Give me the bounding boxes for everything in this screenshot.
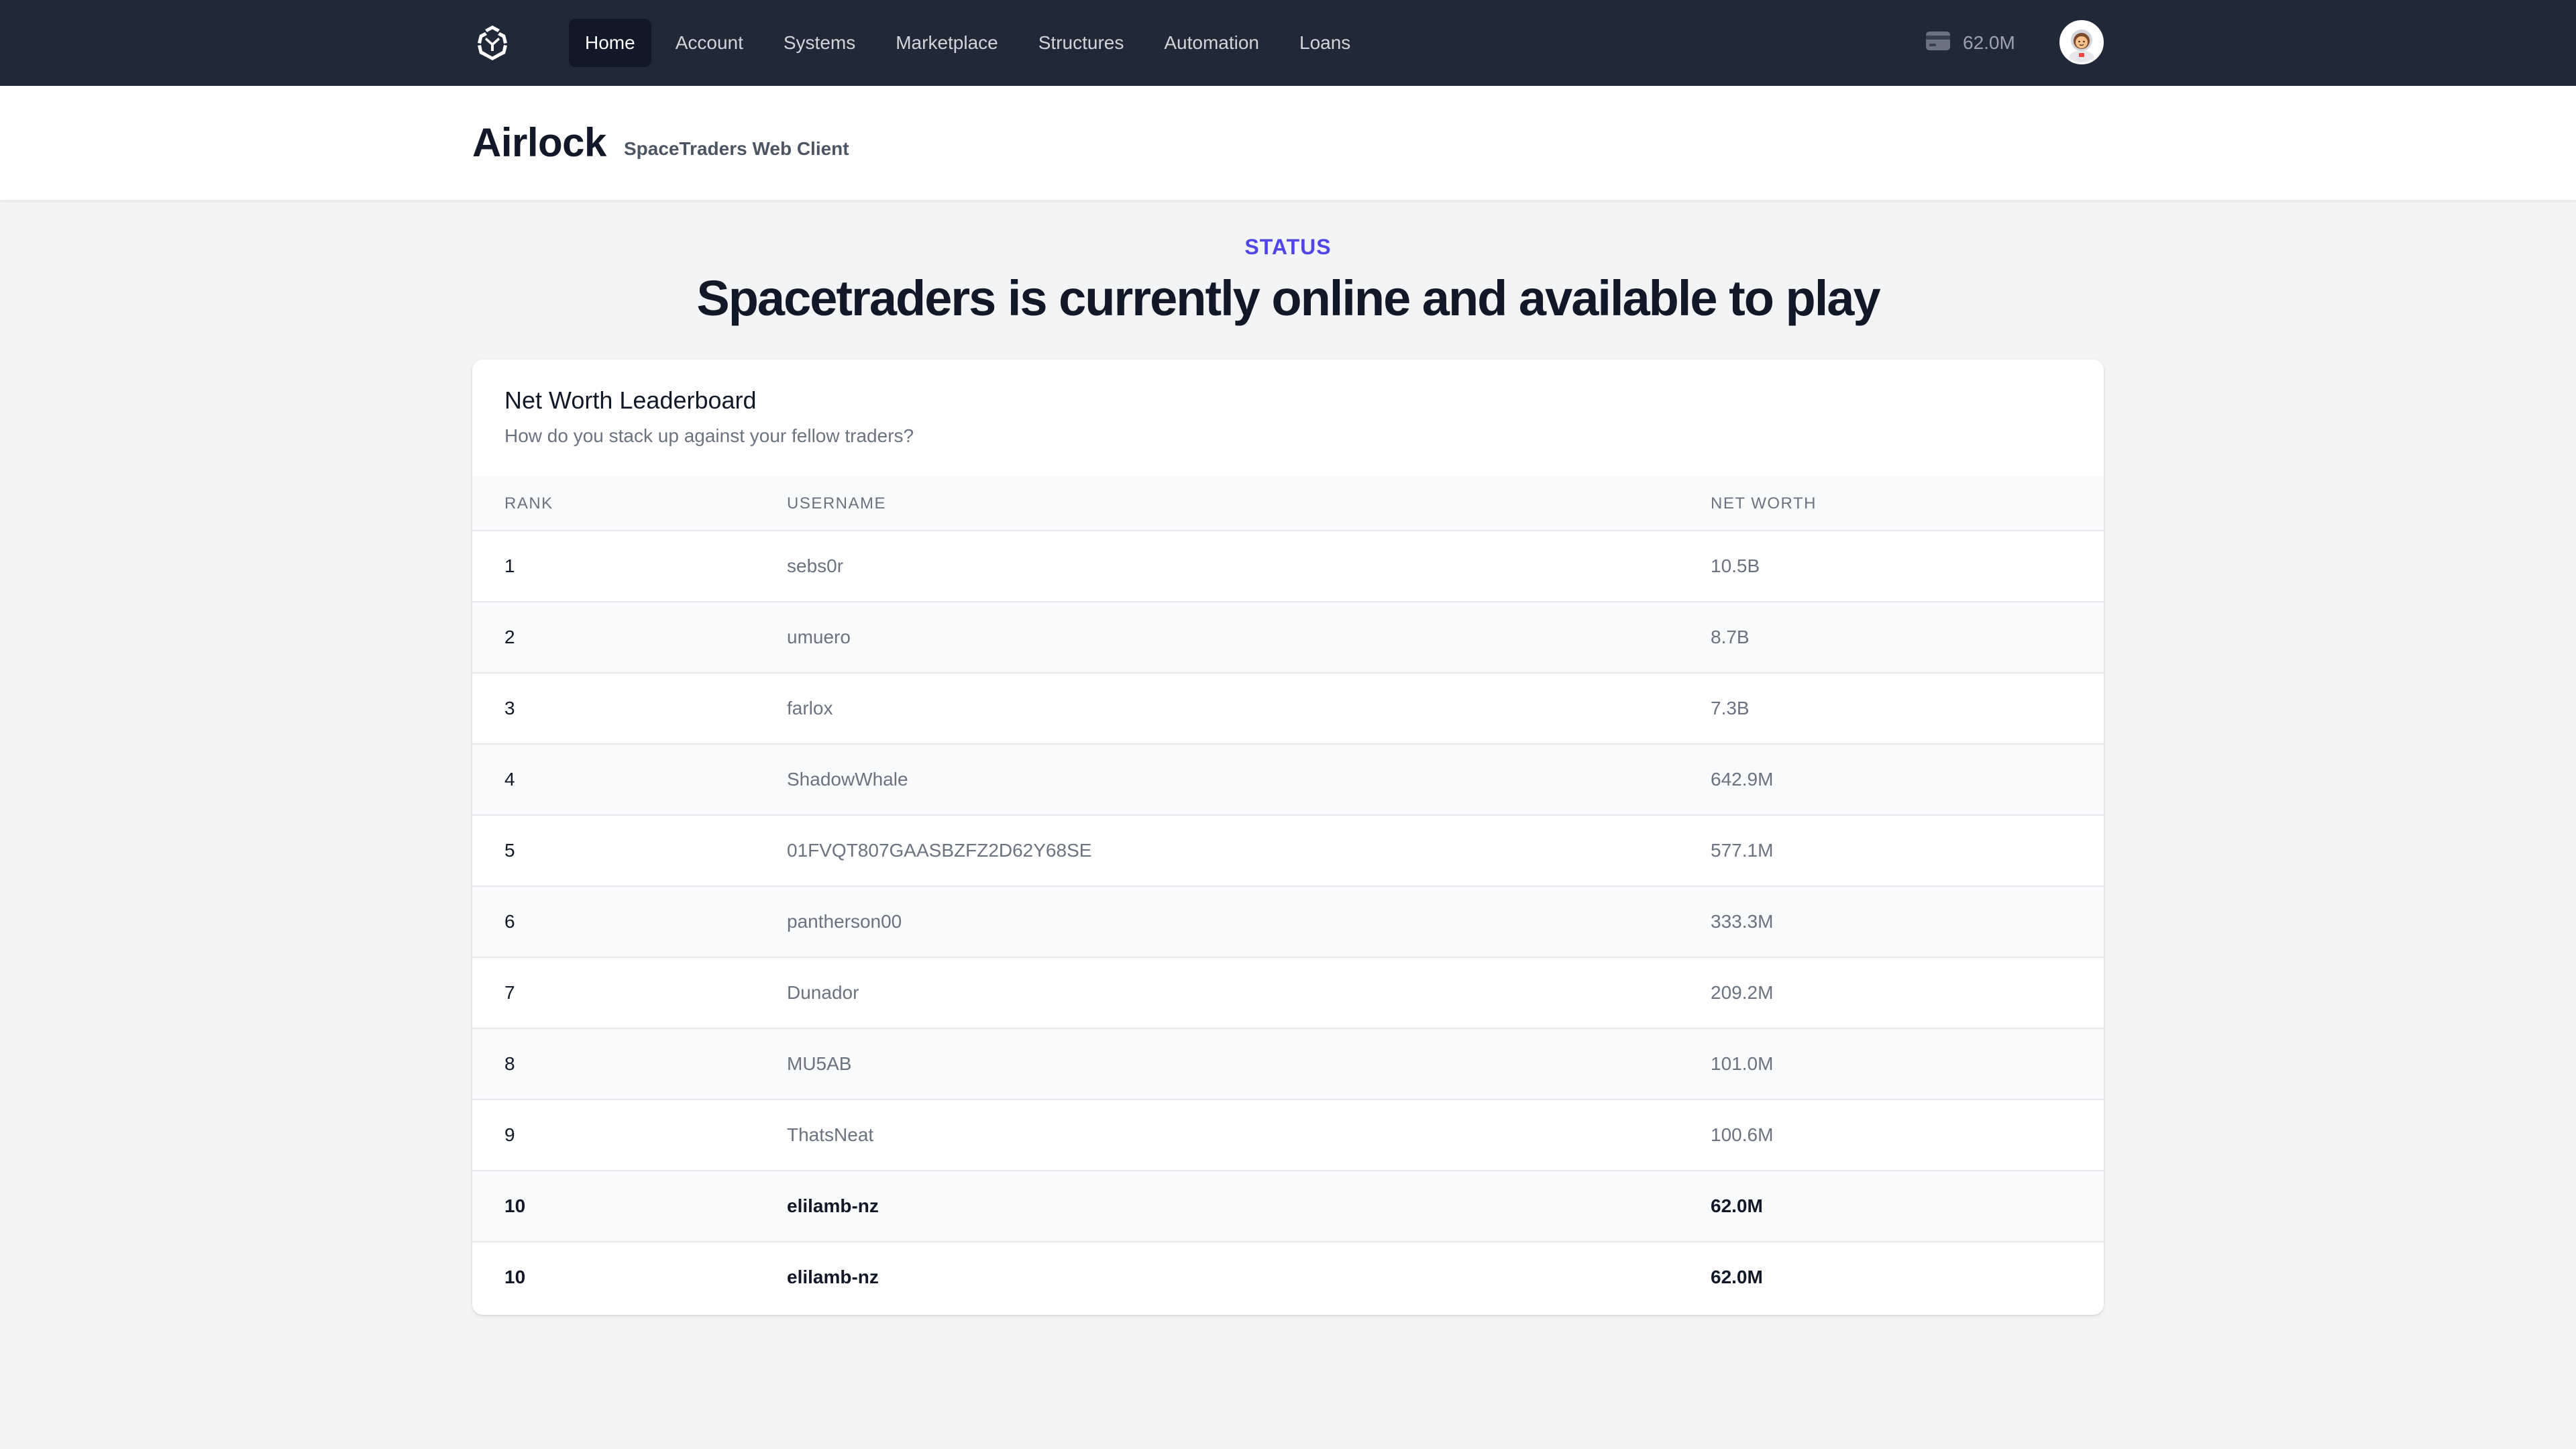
credits-display: 62.0M <box>1925 27 2015 59</box>
username-cell: ThatsNeat <box>787 1124 874 1145</box>
net-worth-cell: 7.3B <box>1711 698 1750 718</box>
table-body: 1 sebs0r 10.5B 2 umuero 8.7B 3 farlox 7.… <box>472 531 2104 1313</box>
table-row: 4 ShadowWhale 642.9M <box>472 745 2104 816</box>
table-row-current-user: 10 elilamb-nz 62.0M <box>472 1242 2104 1313</box>
leaderboard-title: Net Worth Leaderboard <box>504 386 757 414</box>
nav-marketplace[interactable]: Marketplace <box>879 19 1014 67</box>
username-cell: elilamb-nz <box>787 1267 879 1287</box>
nav-automation[interactable]: Automation <box>1148 19 1275 67</box>
table-header: RANK USERNAME NET WORTH <box>472 476 2104 531</box>
page-title: Airlock <box>472 120 606 165</box>
user-avatar[interactable] <box>2059 20 2104 64</box>
username-cell: Dunador <box>787 982 859 1003</box>
table-row: 8 MU5AB 101.0M <box>472 1029 2104 1100</box>
username-cell: MU5AB <box>787 1053 852 1074</box>
credits-value: 62.0M <box>1963 32 2015 53</box>
top-navigation-bar: Home Account Systems Marketplace Structu… <box>0 0 2576 86</box>
net-worth-cell: 101.0M <box>1711 1053 1774 1074</box>
page-subtitle: SpaceTraders Web Client <box>624 138 849 159</box>
net-worth-cell: 209.2M <box>1711 982 1774 1003</box>
leaderboard-description: How do you stack up against your fellow … <box>504 425 914 446</box>
username-cell: elilamb-nz <box>787 1195 879 1216</box>
net-worth-cell: 62.0M <box>1711 1267 1763 1287</box>
table-row: 6 pantherson00 333.3M <box>472 887 2104 958</box>
column-header-username: USERNAME <box>787 494 887 513</box>
main-nav: Home Account Systems Marketplace Structu… <box>569 19 1366 67</box>
net-worth-cell: 577.1M <box>1711 840 1774 861</box>
logo-icon[interactable] <box>472 23 513 63</box>
username-cell: ShadowWhale <box>787 769 908 790</box>
status-heading: Spacetraders is currently online and ava… <box>696 270 1880 326</box>
leaderboard-card: Net Worth Leaderboard How do you stack u… <box>472 360 2104 1315</box>
nav-structures[interactable]: Structures <box>1022 19 1140 67</box>
table-row: 2 umuero 8.7B <box>472 602 2104 674</box>
net-worth-cell: 8.7B <box>1711 627 1750 647</box>
rank-cell: 7 <box>504 982 515 1003</box>
nav-home[interactable]: Home <box>569 19 651 67</box>
rank-cell: 5 <box>504 840 515 861</box>
username-cell: sebs0r <box>787 555 844 576</box>
rank-cell: 3 <box>504 698 515 718</box>
username-cell: pantherson00 <box>787 911 902 932</box>
nav-systems[interactable]: Systems <box>767 19 871 67</box>
username-cell: farlox <box>787 698 833 718</box>
page-header: Airlock SpaceTraders Web Client <box>0 86 2576 200</box>
rank-cell: 9 <box>504 1124 515 1145</box>
net-worth-cell: 333.3M <box>1711 911 1774 932</box>
nav-loans[interactable]: Loans <box>1283 19 1366 67</box>
nav-container: Home Account Systems Marketplace Structu… <box>472 0 2104 86</box>
rank-cell: 6 <box>504 911 515 932</box>
status-label: STATUS <box>1244 235 1332 259</box>
column-header-rank: RANK <box>504 494 553 513</box>
net-worth-cell: 642.9M <box>1711 769 1774 790</box>
nav-account[interactable]: Account <box>659 19 759 67</box>
net-worth-cell: 10.5B <box>1711 555 1760 576</box>
username-cell: 01FVQT807GAASBZFZ2D62Y68SE <box>787 840 1092 861</box>
table-row: 3 farlox 7.3B <box>472 674 2104 745</box>
rank-cell: 8 <box>504 1053 515 1074</box>
rank-cell: 4 <box>504 769 515 790</box>
credit-card-icon <box>1925 31 1951 56</box>
table-row-current-user: 10 elilamb-nz 62.0M <box>472 1171 2104 1242</box>
net-worth-cell: 62.0M <box>1711 1195 1763 1216</box>
username-cell: umuero <box>787 627 851 647</box>
rank-cell: 10 <box>504 1267 526 1287</box>
table-row: 9 ThatsNeat 100.6M <box>472 1100 2104 1171</box>
rank-cell: 10 <box>504 1195 526 1216</box>
table-row: 7 Dunador 209.2M <box>472 958 2104 1029</box>
column-header-net-worth: NET WORTH <box>1711 494 1817 513</box>
rank-cell: 1 <box>504 555 515 576</box>
net-worth-cell: 100.6M <box>1711 1124 1774 1145</box>
table-row: 1 sebs0r 10.5B <box>472 531 2104 602</box>
rank-cell: 2 <box>504 627 515 647</box>
table-row: 5 01FVQT807GAASBZFZ2D62Y68SE 577.1M <box>472 816 2104 887</box>
